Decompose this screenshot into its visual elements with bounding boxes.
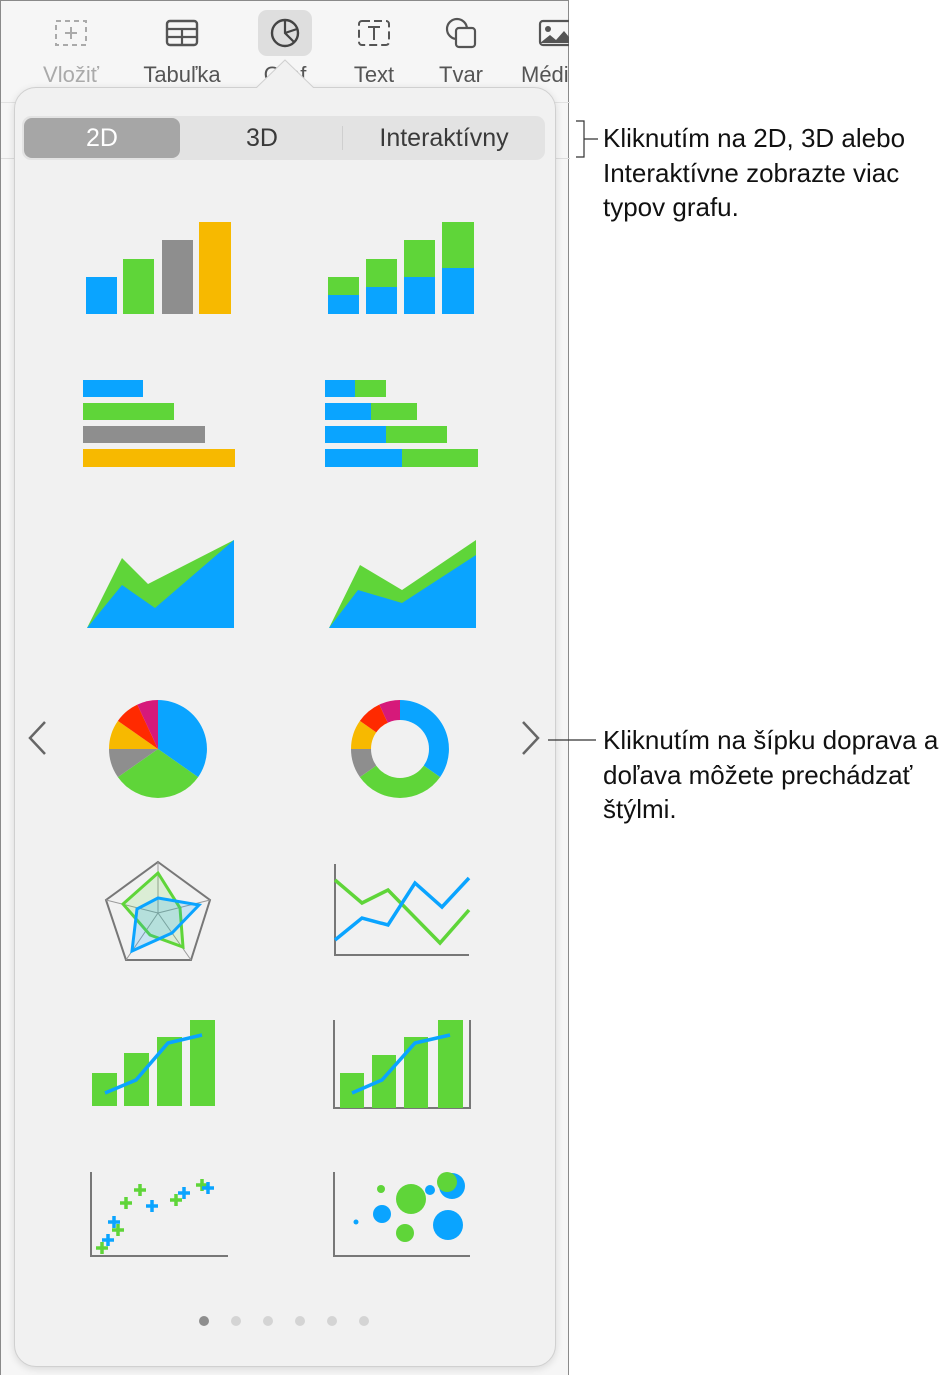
column-chart-thumbnail[interactable] [86, 222, 231, 314]
radar-chart-thumbnail[interactable] [104, 860, 212, 961]
two-axis-chart-thumbnail[interactable] [333, 1020, 471, 1109]
line-chart-thumbnail[interactable] [333, 864, 471, 956]
mixed-chart-thumbnail[interactable] [92, 1020, 215, 1106]
stacked-area-chart-thumbnail[interactable] [329, 540, 476, 628]
area-chart-thumbnail[interactable] [87, 540, 234, 628]
callout-arrows-text: Kliknutím na šípku doprava a doľava môže… [603, 725, 939, 824]
pie-chart-thumbnail[interactable] [109, 700, 207, 798]
stacked-bar-chart-thumbnail[interactable] [325, 380, 478, 467]
callout-segments-text: Kliknutím na 2D, 3D alebo Interaktívne z… [603, 123, 906, 222]
page-dot-3[interactable] [263, 1316, 273, 1326]
page-dot-2[interactable] [231, 1316, 241, 1326]
page-dot-4[interactable] [295, 1316, 305, 1326]
callout-bracket-segments [576, 120, 598, 158]
page-dot-6[interactable] [359, 1316, 369, 1326]
chevron-left-icon[interactable] [26, 718, 48, 768]
stacked-column-chart-thumbnail[interactable] [328, 222, 474, 314]
donut-chart-thumbnail[interactable] [351, 700, 449, 798]
page-dot-5[interactable] [327, 1316, 337, 1326]
bubble-chart-thumbnail[interactable] [333, 1172, 470, 1257]
scatter-chart-thumbnail[interactable] [90, 1172, 228, 1257]
bar-chart-thumbnail[interactable] [83, 380, 235, 467]
chevron-right-icon[interactable] [520, 718, 542, 768]
page-dot-1[interactable] [199, 1316, 209, 1326]
